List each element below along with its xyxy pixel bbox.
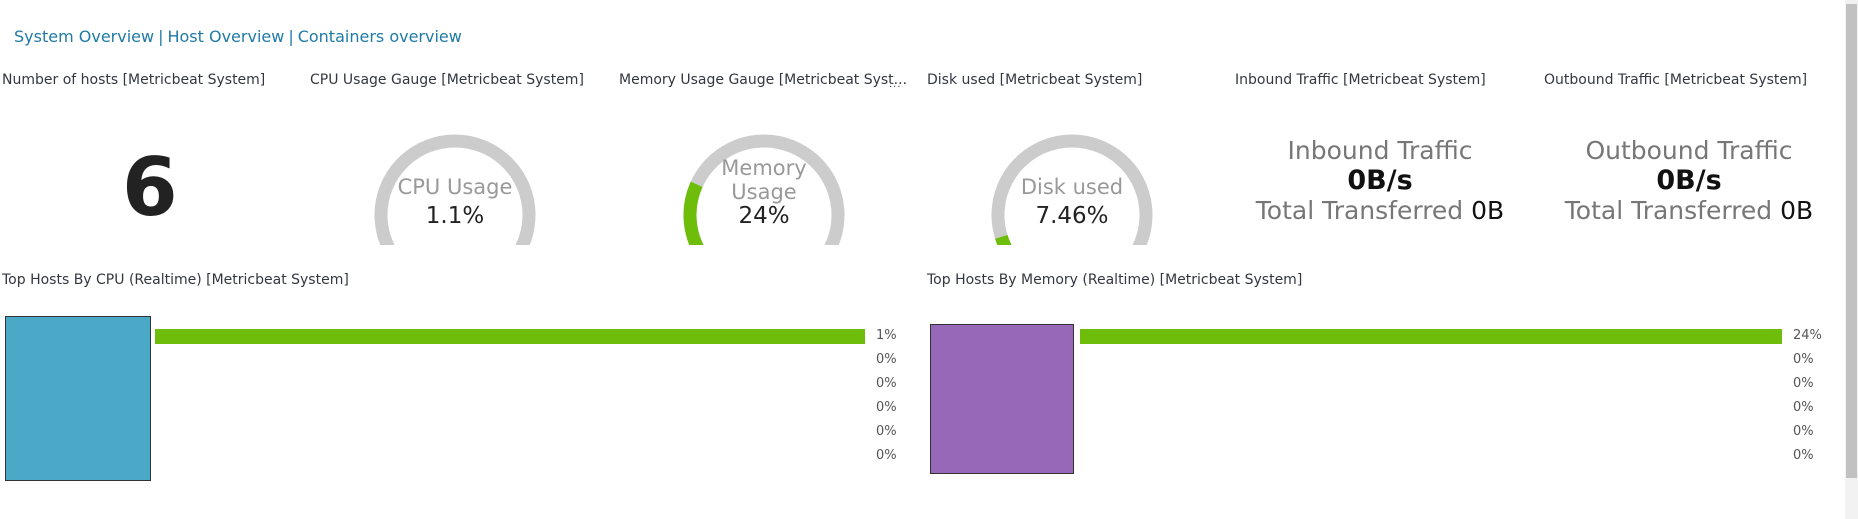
disk-gauge-value: 7.46% <box>1035 203 1109 229</box>
inbound-traffic-metric: Inbound Traffic 0B/s Total Transferred 0… <box>1230 136 1530 226</box>
host-usage-value: 0% <box>1793 400 1814 415</box>
host-usage-value: 0% <box>876 352 897 367</box>
nav-link-host-overview[interactable]: Host Overview <box>167 27 284 46</box>
inbound-total-transferred: Total Transferred 0B <box>1255 196 1505 225</box>
nav-link-containers-overview[interactable]: Containers overview <box>298 27 462 46</box>
host-usage-value: 0% <box>1793 376 1814 391</box>
host-usage-bar[interactable] <box>155 329 865 344</box>
nav-link-system-overview[interactable]: System Overview <box>14 27 154 46</box>
inbound-traffic-heading: Inbound Traffic <box>1287 136 1473 165</box>
panel-options-menu[interactable]: ... <box>889 79 902 90</box>
host-usage-value: 0% <box>876 424 897 439</box>
panel-title-cpu-gauge: CPU Usage Gauge [Metricbeat System] <box>310 72 584 88</box>
host-usage-value: 0% <box>876 448 897 463</box>
panel-title-top-memory: Top Hosts By Memory (Realtime) [Metricbe… <box>927 272 1303 288</box>
top-memory-host-color-box <box>930 324 1074 474</box>
host-usage-bar[interactable] <box>1080 329 1782 344</box>
panel-title-memory-gauge: Memory Usage Gauge [Metricbeat Syst... <box>619 72 908 88</box>
host-usage-value: 0% <box>1793 352 1814 367</box>
dashboard-nav: System Overview | Host Overview | Containers… <box>14 27 462 46</box>
inbound-traffic-rate: 0B/s <box>1347 165 1413 196</box>
scrollbar-thumb[interactable] <box>1846 4 1857 478</box>
outbound-traffic-metric: Outbound Traffic 0B/s Total Transferred … <box>1539 136 1839 226</box>
gauge-fill <box>995 234 1012 245</box>
outbound-total-transferred: Total Transferred 0B <box>1564 196 1814 225</box>
memory-gauge-value: 24% <box>738 203 790 229</box>
panel-title-top-cpu: Top Hosts By CPU (Realtime) [Metricbeat … <box>2 272 349 288</box>
panel-title-hosts: Number of hosts [Metricbeat System] <box>2 72 266 88</box>
outbound-traffic-rate: 0B/s <box>1656 165 1722 196</box>
page-scrollbar[interactable] <box>1845 0 1858 519</box>
host-usage-value: 1% <box>876 328 897 343</box>
panel-title-outbound: Outbound Traffic [Metricbeat System] <box>1544 72 1808 88</box>
outbound-traffic-heading: Outbound Traffic <box>1585 136 1793 165</box>
hosts-count-value: 6 <box>122 141 178 234</box>
nav-separator: | <box>288 27 294 46</box>
disk-gauge-label: Disk used <box>1020 175 1124 199</box>
cpu-gauge-label: CPU Usage <box>397 175 513 199</box>
cpu-gauge-value: 1.1% <box>425 203 485 229</box>
host-usage-value: 0% <box>1793 424 1814 439</box>
host-usage-value: 0% <box>876 376 897 391</box>
memory-gauge-label: Memory Usage <box>721 156 807 204</box>
top-cpu-host-color-box <box>5 316 151 481</box>
panel-title-inbound: Inbound Traffic [Metricbeat System] <box>1235 72 1486 88</box>
host-usage-value: 0% <box>1793 448 1814 463</box>
nav-separator: | <box>158 27 164 46</box>
panel-title-disk-used: Disk used [Metricbeat System] <box>927 72 1143 88</box>
host-usage-value: 24% <box>1793 328 1822 343</box>
host-usage-value: 0% <box>876 400 897 415</box>
